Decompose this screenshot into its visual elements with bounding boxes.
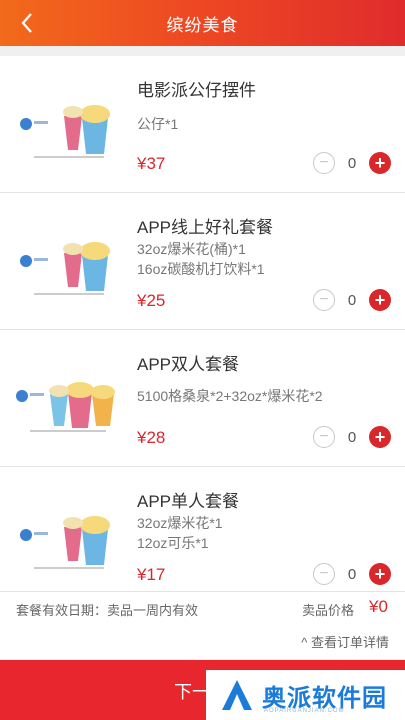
quantity-stepper: − 0 + xyxy=(313,152,391,174)
total-price: ¥0 xyxy=(369,597,388,616)
quantity-stepper: − 0 + xyxy=(313,563,391,585)
view-order-details-link[interactable]: ^ 查看订单详情 xyxy=(301,632,389,651)
quantity-value: 0 xyxy=(347,291,357,309)
back-button[interactable] xyxy=(12,8,42,38)
list-item: APP线上好礼套餐 32oz爆米花(桶)*1 16oz碳酸机打饮料*1 ¥25 … xyxy=(0,193,405,330)
product-name: 电影派公仔摆件 xyxy=(137,81,256,100)
product-price: ¥28 xyxy=(137,428,166,447)
increase-button[interactable]: + xyxy=(369,563,391,585)
watermark-subtext: AOPAIRUANJIAN.COM xyxy=(264,708,345,714)
quantity-value: 0 xyxy=(347,154,357,172)
product-image xyxy=(12,497,124,575)
product-name: APP单人套餐 xyxy=(137,492,240,511)
decrease-button[interactable]: − xyxy=(313,563,335,585)
product-image xyxy=(12,86,124,164)
product-desc: 5100格桑泉*2+32oz*爆米花*2 xyxy=(137,388,323,404)
product-price: ¥37 xyxy=(137,154,166,173)
increase-button[interactable]: + xyxy=(369,289,391,311)
quantity-value: 0 xyxy=(347,428,357,446)
order-summary: 套餐有效日期：卖品一周内有效 卖品价格 ¥0 ^ 查看订单详情 xyxy=(0,591,405,659)
product-price: ¥25 xyxy=(137,291,166,310)
quantity-stepper: − 0 + xyxy=(313,426,391,448)
increase-button[interactable]: + xyxy=(369,152,391,174)
product-name: APP线上好礼套餐 xyxy=(137,218,274,237)
product-list: 电影派公仔摆件 公仔*1 ¥37 − 0 + APP线上好礼套餐 32oz爆米花… xyxy=(0,56,405,604)
product-price: ¥17 xyxy=(137,565,166,584)
product-image xyxy=(12,360,124,438)
decrease-button[interactable]: − xyxy=(313,152,335,174)
product-desc-2: 16oz碳酸机打饮料*1 xyxy=(137,261,265,277)
product-desc: 32oz爆米花(桶)*1 xyxy=(137,241,246,257)
watermark: 奥派软件园 AOPAIRUANJIAN.COM xyxy=(206,670,405,720)
page-title: 缤纷美食 xyxy=(166,15,239,35)
increase-button[interactable]: + xyxy=(369,426,391,448)
product-desc: 32oz爆米花*1 xyxy=(137,515,223,531)
decrease-button[interactable]: − xyxy=(313,426,335,448)
product-image xyxy=(12,223,124,301)
price-label: 卖品价格 xyxy=(302,603,355,618)
chevron-left-icon xyxy=(21,13,32,33)
product-desc: 公仔*1 xyxy=(137,116,179,132)
list-item: APP双人套餐 5100格桑泉*2+32oz*爆米花*2 ¥28 − 0 + xyxy=(0,330,405,467)
product-desc-2: 12oz可乐*1 xyxy=(137,535,209,551)
product-name: APP双人套餐 xyxy=(137,355,240,374)
quantity-value: 0 xyxy=(347,565,357,583)
validity-text: 套餐有效日期：卖品一周内有效 xyxy=(16,603,199,618)
logo-icon xyxy=(222,680,252,710)
decrease-button[interactable]: − xyxy=(313,289,335,311)
top-bar: 缤纷美食 xyxy=(0,0,405,46)
list-item: 电影派公仔摆件 公仔*1 ¥37 − 0 + xyxy=(0,56,405,193)
quantity-stepper: − 0 + xyxy=(313,289,391,311)
list-item: APP单人套餐 32oz爆米花*1 12oz可乐*1 ¥17 − 0 + xyxy=(0,467,405,604)
next-button-label: 下一 xyxy=(174,682,210,702)
